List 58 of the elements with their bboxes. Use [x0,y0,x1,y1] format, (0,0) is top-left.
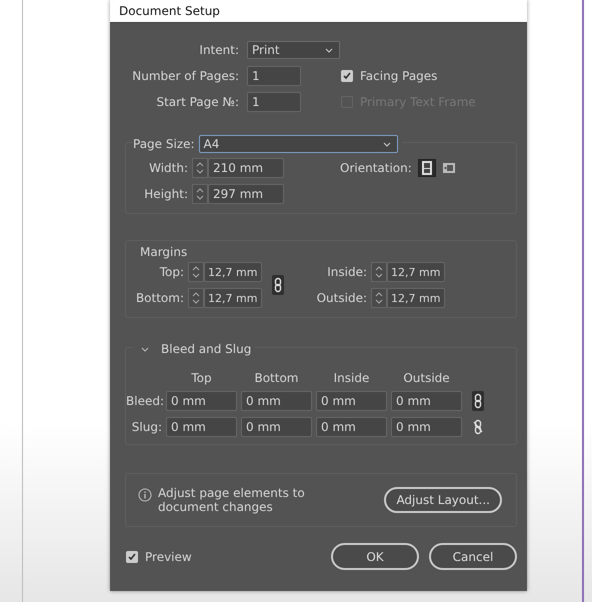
window-title: Document Setup [119,4,220,18]
caret-icon [325,48,333,52]
column-header: Bottom [253,371,300,385]
input-field[interactable]: 1 [247,66,301,86]
field-label: Orientation: [340,161,412,175]
caret-icon [382,142,391,146]
section-title: Margins [140,245,188,259]
input-field[interactable]: 0 mm [241,417,312,437]
portrait-icon[interactable] [418,159,436,177]
section-title: Bleed and Slug [161,342,252,356]
input-field[interactable]: 12,7 mm [387,262,445,282]
field-label: Intent: [198,43,240,57]
input-field[interactable]: 12,7 mm [387,288,445,308]
stepper-icon[interactable] [188,288,204,308]
input-field[interactable]: 12,7 mm [204,262,262,282]
column-header: Top [190,371,213,385]
ok-button[interactable]: OK [331,543,419,570]
info-icon [138,488,152,502]
column-header: Outside [402,371,451,385]
stepper-icon[interactable] [371,288,387,308]
checkbox-label: Preview [145,550,192,564]
input-field[interactable]: 210 mm [208,158,284,178]
field-label: Start Page №: [155,95,240,109]
field-label: Bottom: [134,291,184,305]
adjust-layout-button[interactable]: Adjust Layout... [384,487,502,513]
field-label: Page Size: [133,137,195,151]
input-field[interactable]: 12,7 mm [204,288,262,308]
field-label: Outside: [316,291,367,305]
field-label: Bleed: [126,394,162,408]
intent-dropdown[interactable]: Print [247,41,340,59]
input-field[interactable]: 0 mm [391,417,462,437]
input-field[interactable]: 0 mm [316,417,387,437]
input-field[interactable]: 0 mm [166,391,237,411]
cancel-button[interactable]: Cancel [429,543,517,570]
chain-link-icon[interactable] [472,391,484,411]
input-field[interactable]: 0 mm [316,391,387,411]
stepper-icon[interactable] [188,262,204,282]
field-label: Number of Pages: [131,69,240,83]
field-label: Inside: [326,265,367,279]
input-field[interactable]: 0 mm [241,391,312,411]
broken-chain-icon[interactable] [472,417,484,437]
field-label: Top: [158,265,184,279]
checkbox-label: Facing Pages [360,69,438,83]
chain-link-icon[interactable] [272,275,284,295]
column-header: Inside [332,371,370,385]
field-label: Slug: [130,420,162,434]
input-field[interactable]: 297 mm [208,184,284,204]
page-size-dropdown[interactable]: A4 [198,135,398,153]
input-field[interactable]: 1 [247,92,301,112]
input-field[interactable]: 0 mm [166,417,237,437]
stepper-icon[interactable] [371,262,387,282]
field-label: Height: [143,187,188,201]
info-text: Adjust page elements to document changes [158,486,306,514]
stepper-icon[interactable] [192,184,208,204]
field-label: Width: [148,161,188,175]
input-field[interactable]: 0 mm [391,391,462,411]
chevron-icon[interactable] [141,346,149,352]
stepper-icon[interactable] [192,158,208,178]
